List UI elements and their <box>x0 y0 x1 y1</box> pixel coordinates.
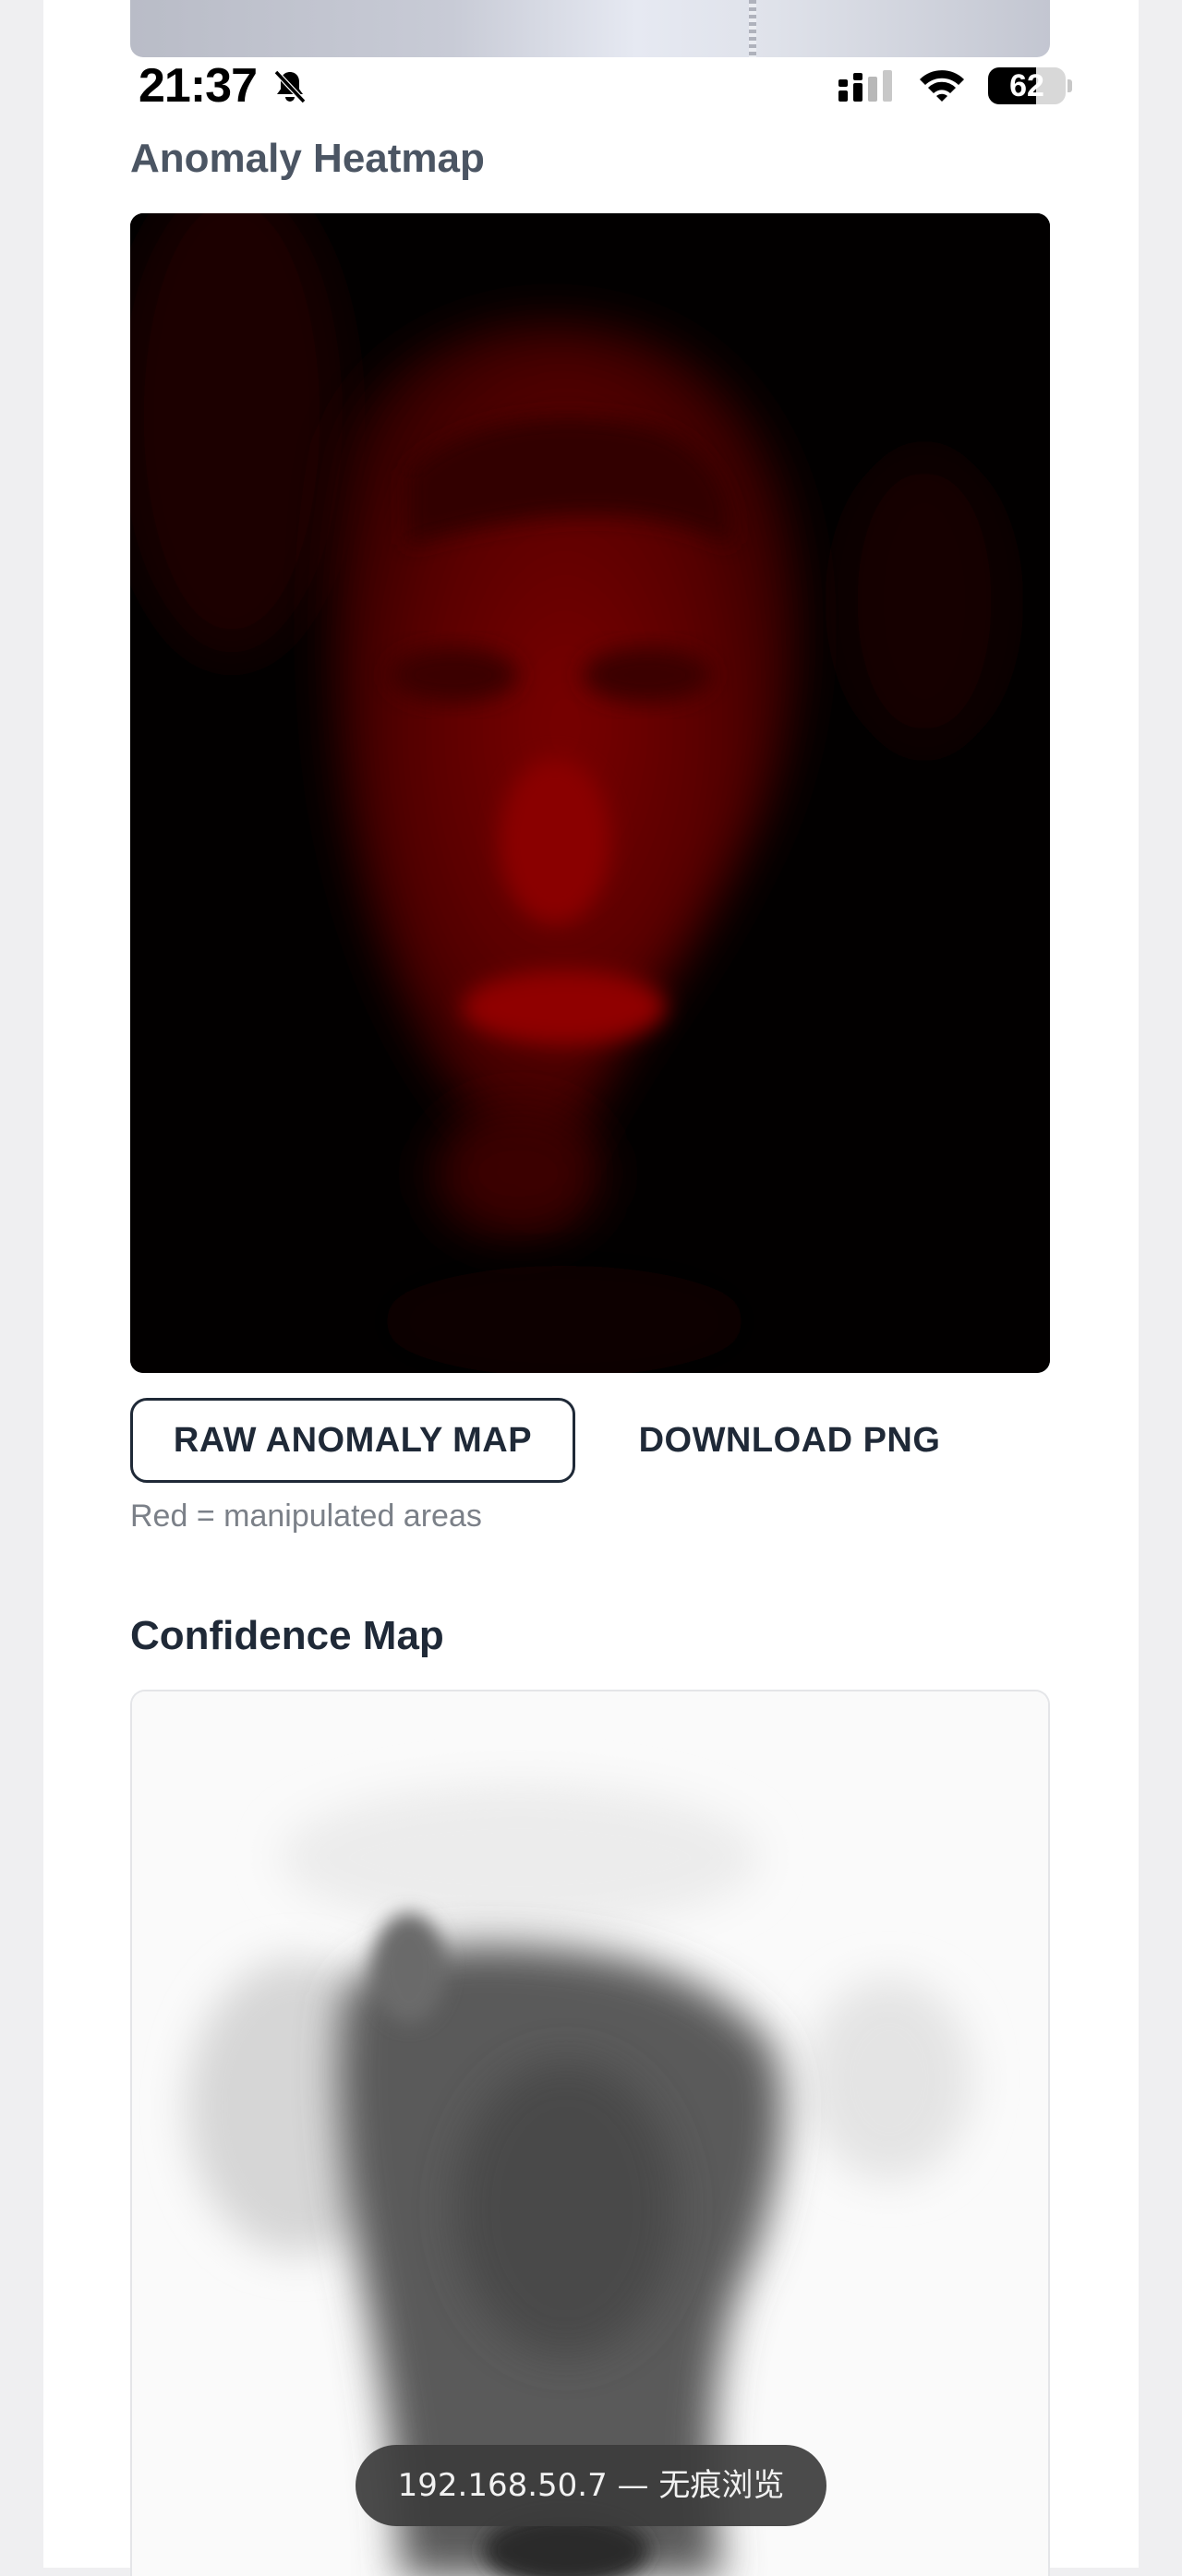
wifi-icon <box>920 70 964 102</box>
raw-anomaly-map-button[interactable]: RAW ANOMALY MAP <box>130 1398 575 1483</box>
browser-address-toast: 192.168.50.7 — 无痕浏览 <box>356 2445 826 2526</box>
status-bar: 21:37 62 <box>0 57 1182 114</box>
anomaly-heatmap-title: Anomaly Heatmap <box>130 136 485 181</box>
confidence-map-title: Confidence Map <box>130 1613 444 1658</box>
battery-cap <box>1067 79 1072 92</box>
heatmap-caption: Red = manipulated areas <box>130 1499 482 1534</box>
anomaly-heatmap-image <box>130 213 1050 1373</box>
download-png-button[interactable]: DOWNLOAD PNG <box>609 1398 970 1483</box>
battery-level: 62 <box>1009 68 1044 103</box>
confidence-graphic <box>132 1691 1048 2576</box>
battery-icon: 62 <box>988 67 1073 104</box>
confidence-map-image <box>130 1690 1050 2576</box>
preview-detail <box>749 0 756 57</box>
cellular-signal-icon <box>838 70 892 102</box>
heatmap-graphic <box>130 213 1050 1373</box>
status-time: 21:37 <box>139 59 258 113</box>
uploaded-image-preview <box>130 0 1050 57</box>
battery-body: 62 <box>988 67 1066 104</box>
bell-slash-icon <box>273 69 307 104</box>
